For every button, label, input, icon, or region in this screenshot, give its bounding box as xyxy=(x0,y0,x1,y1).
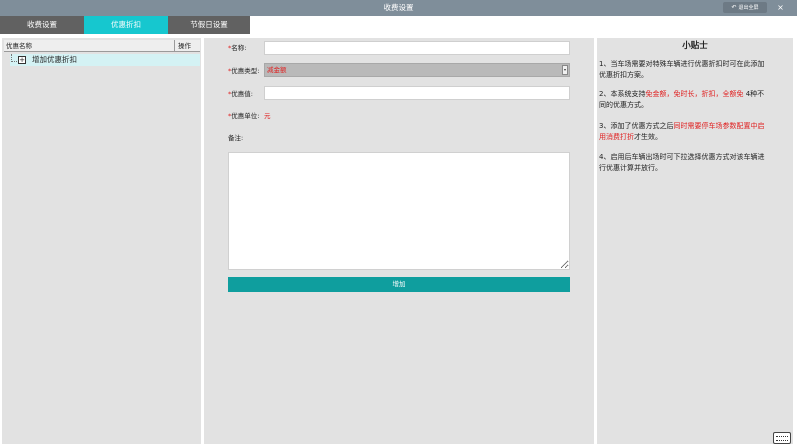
keyboard-icon[interactable] xyxy=(773,432,791,444)
type-label: *优惠类型: xyxy=(228,66,259,76)
discount-form-panel: *名称: *优惠类型: 减金额 ▾ *优惠值: *优惠单位: 元 备注: 增加 xyxy=(204,38,594,444)
tree-connector xyxy=(11,54,17,62)
name-input[interactable] xyxy=(264,41,570,55)
tip-3-text: 3、添加了优惠方式之后 xyxy=(599,122,674,130)
tip-1: 1、当车场需要对特殊车辆进行优惠折扣时可在此添加优惠折扣方案。 xyxy=(599,60,765,79)
discount-value-input[interactable] xyxy=(264,86,570,100)
close-icon[interactable]: × xyxy=(774,2,787,13)
tab-holiday-settings[interactable]: 节假日设置 xyxy=(168,16,250,34)
name-label-text: 名称: xyxy=(231,44,247,52)
plus-box-icon[interactable]: + xyxy=(18,56,26,64)
tips-panel: 小贴士 1、当车场需要对特殊车辆进行优惠折扣时可在此添加优惠折扣方案。 2、本系… xyxy=(597,38,793,444)
unit-label: *优惠单位: xyxy=(228,111,259,121)
tip-2: 2、本系统支持免金额，免时长，折扣，全额免 4种不同的优惠方式。 xyxy=(599,89,765,111)
type-label-text: 优惠类型: xyxy=(231,67,260,75)
value-label-text: 优惠值: xyxy=(231,90,253,98)
exit-fullscreen-button[interactable]: ↶ 退出全屏 xyxy=(723,2,767,13)
keyboard-keys xyxy=(776,436,788,441)
column-header-operation: 操作 xyxy=(174,40,200,52)
tab-bar: 收费设置 优惠折扣 节假日设置 xyxy=(0,16,797,34)
tab-fee-settings[interactable]: 收费设置 xyxy=(0,16,84,34)
exit-fullscreen-label: 退出全屏 xyxy=(738,5,759,11)
unit-label-text: 优惠单位: xyxy=(231,112,260,120)
discount-unit-value: 元 xyxy=(264,112,271,120)
tree-item-label: 增加优惠折扣 xyxy=(32,55,77,64)
add-button[interactable]: 增加 xyxy=(228,277,570,292)
tip-4: 4、启用后车辆出场时可下拉选择优惠方式对该车辆进行优惠计算并放行。 xyxy=(599,153,765,172)
tree-header: 优惠名称 操作 xyxy=(4,40,200,52)
tip-3-text-end: 才生效。 xyxy=(634,133,662,141)
discount-type-value: 减金额 xyxy=(267,66,287,74)
discount-tree-panel: 优惠名称 操作 + 增加优惠折扣 xyxy=(2,38,201,444)
column-header-name: 优惠名称 xyxy=(6,42,32,50)
value-label: *优惠值: xyxy=(228,89,253,99)
remark-textarea[interactable] xyxy=(228,152,570,270)
discount-type-select[interactable]: 减金额 ▾ xyxy=(264,63,570,77)
tip-3: 3、添加了优惠方式之后同时需要停车场参数配置中启用消费打折才生效。 xyxy=(599,121,765,143)
tree-item-add-discount[interactable]: + 增加优惠折扣 xyxy=(10,54,200,66)
window-title: 收费设置 xyxy=(383,3,414,12)
chevron-down-icon[interactable]: ▾ xyxy=(562,65,568,75)
tip-2-text: 2、本系统支持 xyxy=(599,90,646,98)
remark-label: 备注: xyxy=(228,134,244,142)
window-titlebar: 收费设置 ↶ 退出全屏 × xyxy=(0,0,797,16)
name-label: *名称: xyxy=(228,43,246,53)
arrow-icon: ↶ xyxy=(731,4,737,11)
tip-2-highlight: 免金额，免时长，折扣，全额免 xyxy=(645,90,744,98)
tips-title: 小贴士 xyxy=(682,41,708,51)
tab-discount[interactable]: 优惠折扣 xyxy=(84,16,168,34)
